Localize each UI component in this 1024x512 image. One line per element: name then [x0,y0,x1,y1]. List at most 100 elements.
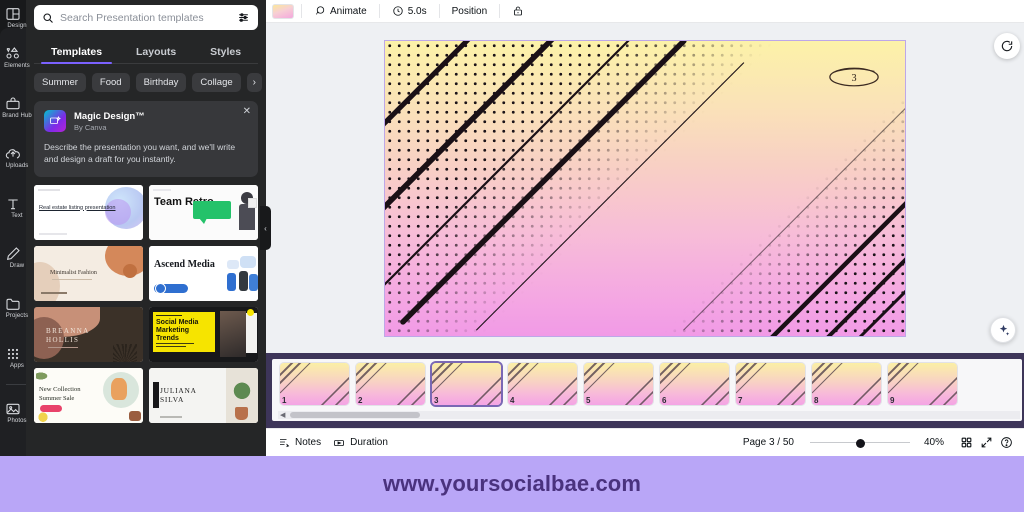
panel-header: Templates Layouts Styles Summer Food Bir… [26,0,266,92]
zoom-slider[interactable] [809,437,910,449]
duration-timeline-button[interactable]: Duration [327,434,394,452]
slide-canvas[interactable]: 3 [384,39,906,337]
template-card[interactable]: Ascend Media [149,245,258,301]
gradient-swatch[interactable] [272,3,294,19]
chip-food[interactable]: Food [91,73,130,92]
template-grid: Real estate listing presentation Team Re… [26,177,266,423]
tab-layouts[interactable]: Layouts [136,46,176,63]
left-rail: Design Elements Brand Hub Uploads Text D… [0,0,32,456]
sidebar-item-photos[interactable]: Photos [0,387,27,437]
search-input[interactable] [60,11,231,24]
template-card[interactable]: Minimalist Fashion [34,245,143,301]
thumb-art [888,363,957,405]
fullscreen-button[interactable] [976,433,996,453]
text-icon [8,198,18,209]
slide-number: 2 [358,396,363,405]
slide-number: 9 [890,396,895,405]
magic-design-titles: Magic Design™ By Canva [74,111,145,132]
sidebar-item-projects[interactable]: Projects [0,282,28,332]
duration-timeline-label: Duration [350,437,388,448]
template-card[interactable]: Team Retro [149,184,258,240]
fullscreen-icon [981,437,991,448]
slide-number: 5 [586,396,591,405]
panel-collapse-handle[interactable]: ‹ [260,206,271,250]
lock-button[interactable] [507,2,529,20]
photos-icon [6,403,20,414]
magic-design-card: ✕ Magic Design™ By Canva Describe the pr… [34,101,258,177]
slide-thumbnail[interactable]: 2 [356,363,425,405]
status-bar: Notes Duration Page 3 / 50 40% [266,428,1024,456]
sidebar-item-elements[interactable]: Elements [0,32,30,82]
template-thumb-art: Ascend Media [149,245,258,301]
slide-thumbnail[interactable]: 6 [660,363,729,405]
slide-thumbnail[interactable]: 5 [584,363,653,405]
apps-icon [7,348,19,359]
sidebar-item-draw[interactable]: Draw [0,232,26,282]
brand-hub-icon [6,96,20,109]
help-icon [1000,437,1012,448]
sidebar-item-design[interactable]: Design [0,2,27,32]
template-title: JULIANA SILVA [160,385,197,405]
slide-thumbnail[interactable]: 8 [812,363,881,405]
duration-value: 5.0s [407,5,427,17]
filmstrip-scrollbar[interactable]: ◀ [278,411,1020,419]
template-thumb-art: Team Retro [149,184,258,240]
sidebar-item-brand-hub[interactable]: Brand Hub [0,82,32,132]
thumb-art [508,363,577,405]
notes-button[interactable]: Notes [272,434,327,452]
category-chips: Summer Food Birthday Collage › [34,73,262,92]
chip-collage[interactable]: Collage [192,73,241,92]
tab-styles[interactable]: Styles [210,46,241,63]
filter-sliders-icon[interactable] [237,11,250,24]
notes-label: Notes [295,437,322,448]
position-label: Position [451,5,488,17]
search-bar[interactable] [34,5,258,30]
chip-summer[interactable]: Summer [34,73,86,92]
chips-next-button[interactable]: › [246,73,262,92]
slide-thumbnail[interactable]: 1 [280,363,349,405]
templates-panel: Templates Layouts Styles Summer Food Bir… [26,0,266,456]
slide-thumbnail[interactable]: 3 [432,363,501,405]
thumb-art [356,363,425,405]
template-card[interactable]: JULIANA SILVA [149,367,258,423]
zoom-level: 40% [923,437,944,448]
panel-tabs: Templates Layouts Styles [34,36,258,64]
duration-button[interactable]: 5.0s [387,2,432,20]
template-card[interactable]: Social Media Marketing Trends [149,306,258,362]
thumb-art [660,363,729,405]
slide-thumbnail[interactable]: 7 [736,363,805,405]
grid-view-button[interactable] [956,433,976,453]
template-title: New Collection Summer Sale [39,385,81,402]
tab-templates[interactable]: Templates [40,46,113,64]
help-button[interactable] [996,433,1016,453]
magic-design-close-button[interactable]: ✕ [243,107,251,117]
sidebar-item-apps[interactable]: Apps [0,332,26,382]
page-indicator: Page 3 / 50 [742,437,794,448]
filmstrip-scroll-left-arrow[interactable]: ◀ [280,411,285,419]
template-title: Real estate listing presentation [39,204,116,211]
sidebar-label-elements: Elements [4,62,30,69]
template-card[interactable]: New Collection Summer Sale [34,367,143,423]
sidebar-item-text[interactable]: Text [0,182,26,232]
template-card[interactable]: Real estate listing presentation [34,184,143,240]
template-thumb-art: New Collection Summer Sale [34,367,143,423]
zoom-slider-knob[interactable] [855,438,865,448]
template-title: BREANNA HOLLIS [46,326,90,345]
animate-button[interactable]: Animate [309,2,372,20]
sidebar-item-uploads[interactable]: Uploads [0,132,28,182]
position-button[interactable]: Position [447,3,493,20]
magic-ai-button[interactable] [990,317,1016,343]
filmstrip-scrollbar-thumb[interactable] [290,412,420,418]
draw-icon [6,246,20,260]
regenerate-button[interactable] [994,33,1020,59]
template-title: Ascend Media [154,258,215,270]
template-card[interactable]: BREANNA HOLLIS [34,306,143,362]
sidebar-label-design: Design [7,22,27,29]
template-thumb-art: Real estate listing presentation [34,184,143,240]
chip-birthday[interactable]: Birthday [135,73,187,92]
canva-editor-window: Design Elements Brand Hub Uploads Text D… [0,0,1024,512]
slide-thumbnail[interactable]: 9 [888,363,957,405]
watermark-band: www.yoursocialbae.com [0,456,1024,512]
slide-thumbnail[interactable]: 4 [508,363,577,405]
clock-icon [393,6,403,16]
